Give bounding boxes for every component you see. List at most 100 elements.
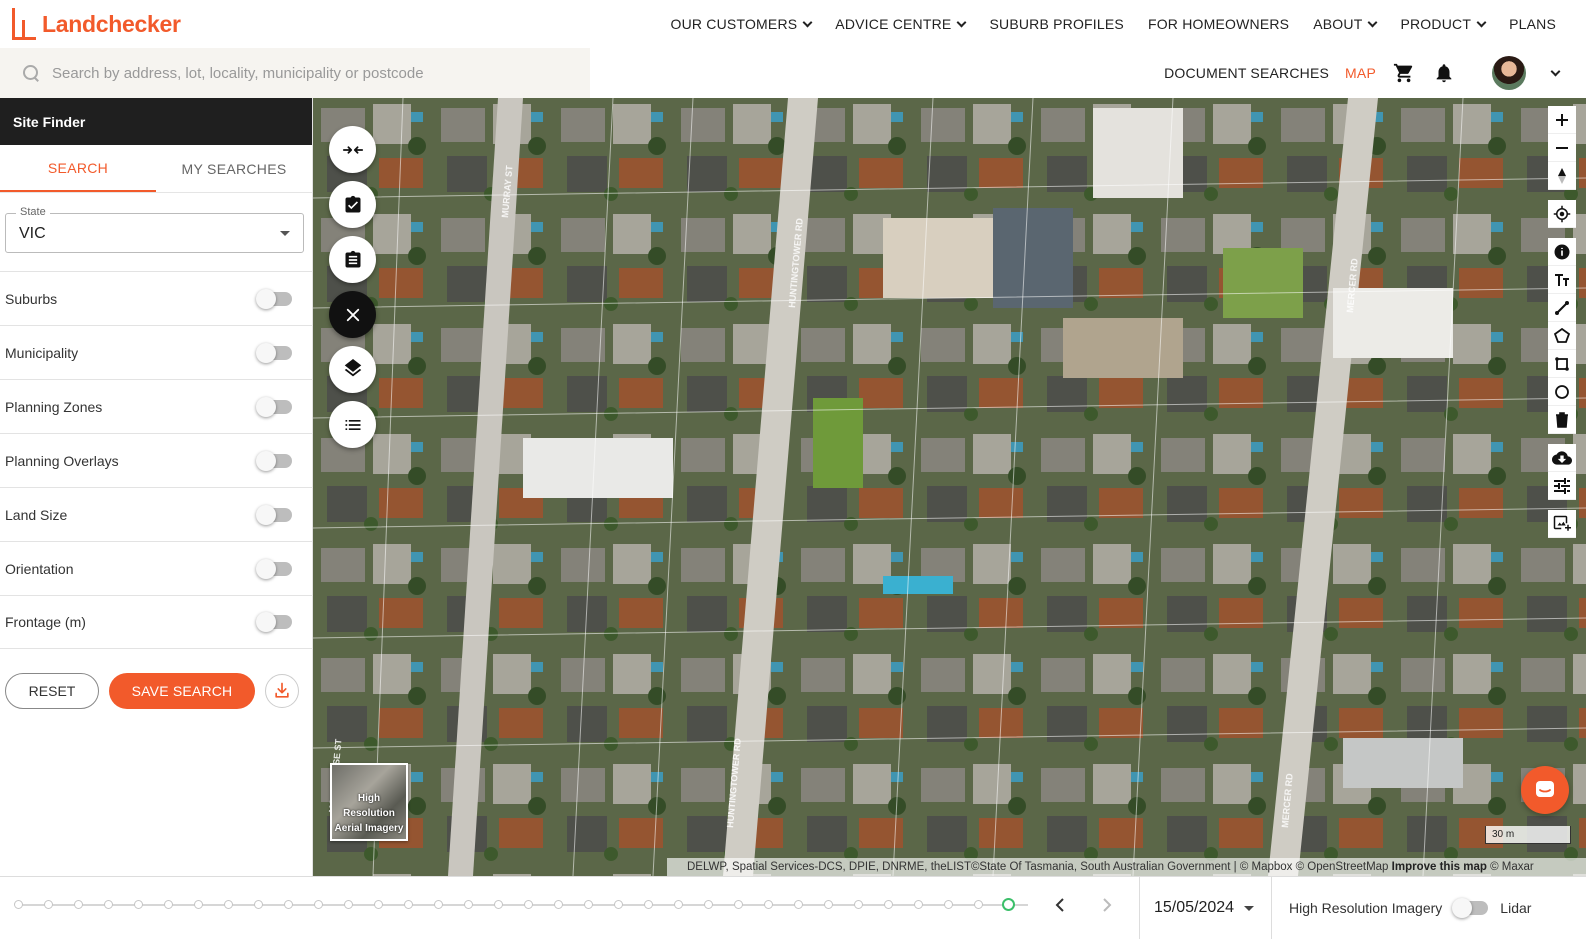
timeline-dot[interactable]: [944, 900, 953, 909]
timeline-dot[interactable]: [524, 900, 533, 909]
chevron-down-icon: [1368, 17, 1378, 27]
zoom-in-icon[interactable]: [1548, 106, 1576, 134]
chevron-down-icon[interactable]: [1542, 61, 1566, 85]
nav-suburb-profiles[interactable]: SUBURB PROFILES: [989, 16, 1123, 32]
list-icon[interactable]: [329, 401, 376, 448]
orientation-toggle[interactable]: [256, 558, 292, 579]
land-size-toggle[interactable]: [256, 504, 292, 525]
timeline-dot[interactable]: [284, 900, 293, 909]
timeline-dot[interactable]: [314, 900, 323, 909]
reset-button[interactable]: RESET: [5, 673, 99, 709]
circle-tool-icon[interactable]: [1548, 378, 1576, 406]
timeline-dot[interactable]: [824, 900, 833, 909]
close-icon[interactable]: [329, 291, 376, 338]
search-input[interactable]: [52, 64, 572, 82]
trash-icon[interactable]: [1548, 406, 1576, 434]
timeline-dot[interactable]: [164, 900, 173, 909]
timeline-dot[interactable]: [74, 900, 83, 909]
timeline-dot[interactable]: [854, 900, 863, 909]
nav-for-homeowners[interactable]: FOR HOMEOWNERS: [1148, 16, 1289, 32]
rectangle-tool-icon[interactable]: [1548, 350, 1576, 378]
planning-overlays-toggle[interactable]: [256, 450, 292, 471]
timeline-dot[interactable]: [104, 900, 113, 909]
timeline-dot[interactable]: [404, 900, 413, 909]
timeline-dot[interactable]: [224, 900, 233, 909]
timeline-dot[interactable]: [344, 900, 353, 909]
timeline-dot[interactable]: [494, 900, 503, 909]
chevron-down-icon: [957, 17, 967, 27]
nav-advice-centre[interactable]: ADVICE CENTRE: [835, 16, 967, 32]
caret-down-icon: [1244, 905, 1255, 911]
line-tool-icon[interactable]: [1548, 294, 1576, 322]
user-avatar[interactable]: [1492, 56, 1526, 90]
aerial-imagery-thumbnail[interactable]: High Resolution Aerial Imagery: [330, 763, 408, 841]
chevron-right-icon[interactable]: [1097, 895, 1117, 915]
date-select[interactable]: 15/05/2024: [1139, 877, 1272, 939]
timeline-dot[interactable]: [584, 900, 593, 909]
text-tool-icon[interactable]: [1548, 266, 1576, 294]
cloud-download-icon[interactable]: [1548, 444, 1576, 472]
municipality-toggle[interactable]: [256, 342, 292, 363]
state-select[interactable]: State VIC: [5, 206, 304, 253]
compass-icon[interactable]: [1548, 162, 1576, 190]
chevron-down-icon: [1476, 17, 1487, 27]
map-link[interactable]: MAP: [1345, 65, 1376, 81]
timeline-dot[interactable]: [884, 900, 893, 909]
nav-plans[interactable]: PLANS: [1509, 16, 1556, 32]
nav-product[interactable]: PRODUCT: [1400, 16, 1487, 32]
add-image-icon[interactable]: [1548, 510, 1576, 538]
locate-icon[interactable]: [1548, 200, 1576, 228]
timeline-dot[interactable]: [194, 900, 203, 909]
timeline-dot[interactable]: [44, 900, 53, 909]
tab-search[interactable]: SEARCH: [0, 145, 156, 192]
zoom-out-icon[interactable]: [1548, 134, 1576, 162]
timeline-dot[interactable]: [734, 900, 743, 909]
landchecker-logo[interactable]: Landchecker: [8, 6, 181, 42]
timeline-dot[interactable]: [764, 900, 773, 909]
chat-icon[interactable]: [1521, 766, 1569, 814]
aerial-map[interactable]: MURRAY ST HUNTINGTOWER RD MERCER RD MOOR…: [313, 98, 1586, 876]
cart-icon[interactable]: [1392, 61, 1416, 85]
timeline-dot[interactable]: [614, 900, 623, 909]
timeline-track[interactable]: [14, 898, 1028, 911]
timeline-dot[interactable]: [374, 900, 383, 909]
suburbs-toggle[interactable]: [256, 288, 292, 309]
timeline-dot[interactable]: [794, 900, 803, 909]
layers-icon[interactable]: [329, 346, 376, 393]
map-attribution: DELWP, Spatial Services-DCS, DPIE, DNRME…: [667, 858, 1586, 876]
timeline-dot[interactable]: [704, 900, 713, 909]
nav-about[interactable]: ABOUT: [1313, 16, 1378, 32]
timeline-dot[interactable]: [134, 900, 143, 909]
tab-my-searches[interactable]: MY SEARCHES: [156, 145, 312, 192]
improve-map-link[interactable]: Improve this map: [1392, 861, 1487, 873]
filter-frontage: Frontage (m): [0, 595, 312, 649]
frontage-toggle[interactable]: [256, 612, 292, 632]
timeline-dot[interactable]: [644, 900, 653, 909]
panel-title: Site Finder: [0, 98, 312, 145]
download-icon[interactable]: [265, 674, 299, 708]
planning-zones-toggle[interactable]: [256, 396, 292, 417]
nav-our-customers[interactable]: OUR CUSTOMERS: [671, 16, 813, 32]
imagery-lidar-toggle[interactable]: [1452, 898, 1489, 918]
save-search-button[interactable]: SAVE SEARCH: [109, 673, 255, 709]
timeline-dot[interactable]: [674, 900, 683, 909]
timeline-dot[interactable]: [254, 900, 263, 909]
search-icon: [22, 64, 40, 82]
timeline-dot[interactable]: [554, 900, 563, 909]
timeline-dot[interactable]: [914, 900, 923, 909]
compare-arrows-icon[interactable]: [329, 126, 376, 173]
tune-icon[interactable]: [1548, 472, 1576, 500]
checklist-icon[interactable]: [329, 181, 376, 228]
bell-icon[interactable]: [1432, 61, 1456, 85]
timeline-dot[interactable]: [464, 900, 473, 909]
polygon-tool-icon[interactable]: [1548, 322, 1576, 350]
clipboard-icon[interactable]: [329, 236, 376, 283]
timeline-dot-selected[interactable]: [1002, 898, 1015, 911]
timeline-dot[interactable]: [434, 900, 443, 909]
timeline-dot[interactable]: [14, 900, 23, 909]
info-icon[interactable]: [1548, 238, 1576, 266]
map-floating-tools: [329, 126, 376, 448]
chevron-left-icon[interactable]: [1050, 895, 1070, 915]
document-searches-link[interactable]: DOCUMENT SEARCHES: [1164, 65, 1329, 81]
timeline-dot[interactable]: [974, 900, 983, 909]
